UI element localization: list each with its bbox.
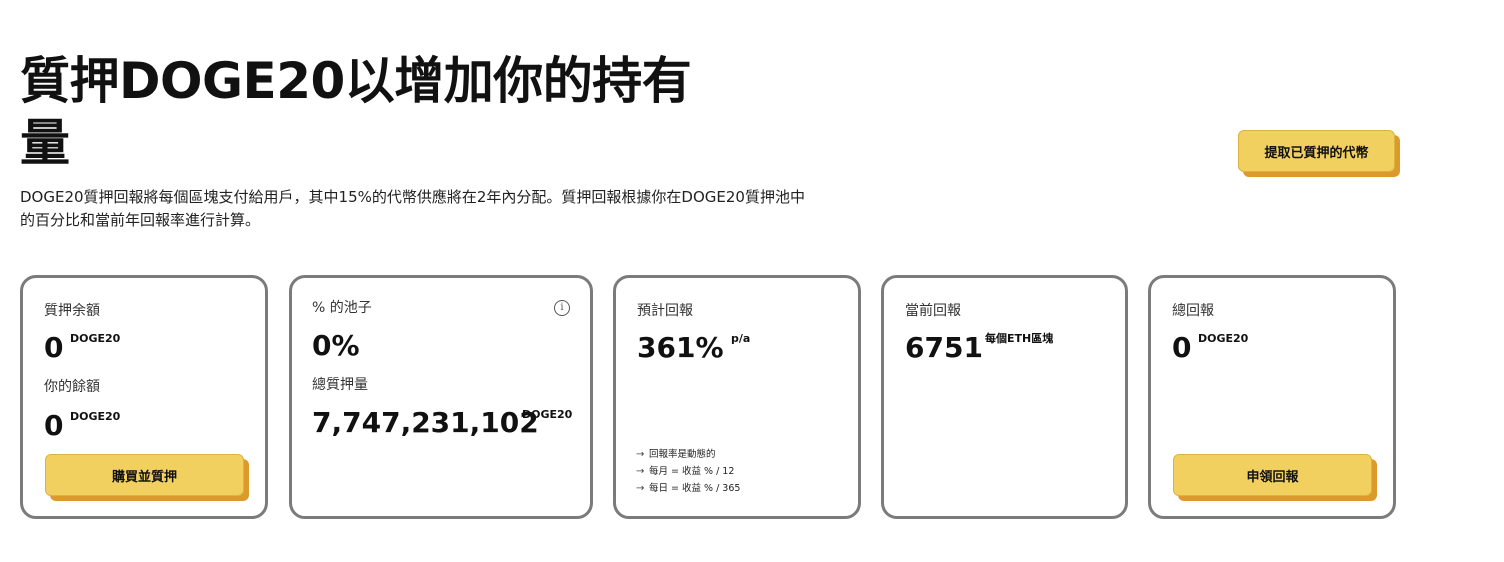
- total-rewards-label: 總回報: [1172, 303, 1214, 319]
- withdraw-staked-button[interactable]: 提取已質押的代幣: [1238, 130, 1395, 172]
- pool-share-card: % 的池子 i 0% 總質押量 7,747,231,102 DOGE20: [289, 275, 593, 519]
- total-rewards-unit: DOGE20: [1198, 332, 1249, 345]
- arrow-right-icon: →: [636, 483, 645, 494]
- claim-rewards-button[interactable]: 申領回報: [1173, 454, 1372, 496]
- current-rewards-label: 當前回報: [905, 303, 961, 319]
- current-rewards-value: 6751: [905, 331, 983, 364]
- staked-balance-unit: DOGE20: [70, 332, 121, 345]
- arrow-right-icon: →: [636, 449, 645, 460]
- wallet-balance-unit: DOGE20: [70, 410, 121, 423]
- total-staked-value: 7,747,231,102: [312, 406, 539, 439]
- pool-share-label: % 的池子: [312, 300, 372, 316]
- total-staked-unit: DOGE20: [522, 408, 573, 421]
- buy-and-stake-button[interactable]: 購買並質押: [45, 454, 244, 496]
- wallet-balance-label: 你的餘額: [44, 379, 100, 395]
- reward-note: 回報率是動態的: [649, 449, 716, 460]
- total-rewards-value: 0: [1172, 331, 1192, 364]
- staked-balance-card: 質押余額 0 DOGE20 你的餘額 0 DOGE20 購買並質押: [20, 275, 268, 519]
- arrow-right-icon: →: [636, 466, 645, 477]
- list-item: → 回報率是動態的: [636, 446, 740, 463]
- wallet-balance-value: 0: [44, 409, 64, 442]
- reward-note: 每日 = 收益 % / 365: [649, 483, 741, 494]
- total-rewards-card: 總回報 0 DOGE20 申領回報: [1148, 275, 1396, 519]
- total-staked-label: 總質押量: [312, 377, 368, 393]
- staked-balance-value: 0: [44, 331, 64, 364]
- page-title: 質押DOGE20以增加你的持有量: [20, 52, 692, 172]
- info-icon[interactable]: i: [554, 300, 570, 316]
- estimated-rewards-unit: p/a: [731, 332, 751, 345]
- estimated-rewards-value: 361%: [637, 331, 724, 364]
- list-item: → 每月 = 收益 % / 12: [636, 463, 740, 480]
- page-description: DOGE20質押回報將每個區塊支付給用戶，其中15%的代幣供應將在2年內分配。質…: [20, 188, 805, 229]
- reward-note: 每月 = 收益 % / 12: [649, 466, 735, 477]
- list-item: → 每日 = 收益 % / 365: [636, 480, 740, 497]
- estimated-rewards-card: 預計回報 361% p/a → 回報率是動態的 → 每月 = 收益 % / 12…: [613, 275, 861, 519]
- reward-notes-list: → 回報率是動態的 → 每月 = 收益 % / 12 → 每日 = 收益 % /…: [636, 446, 740, 497]
- current-rewards-unit: 每個ETH區塊: [985, 332, 1054, 345]
- current-rewards-card: 當前回報 6751 每個ETH區塊: [881, 275, 1128, 519]
- pool-share-value: 0%: [312, 329, 360, 362]
- estimated-rewards-label: 預計回報: [637, 303, 693, 319]
- staked-balance-label: 質押余額: [44, 303, 100, 319]
